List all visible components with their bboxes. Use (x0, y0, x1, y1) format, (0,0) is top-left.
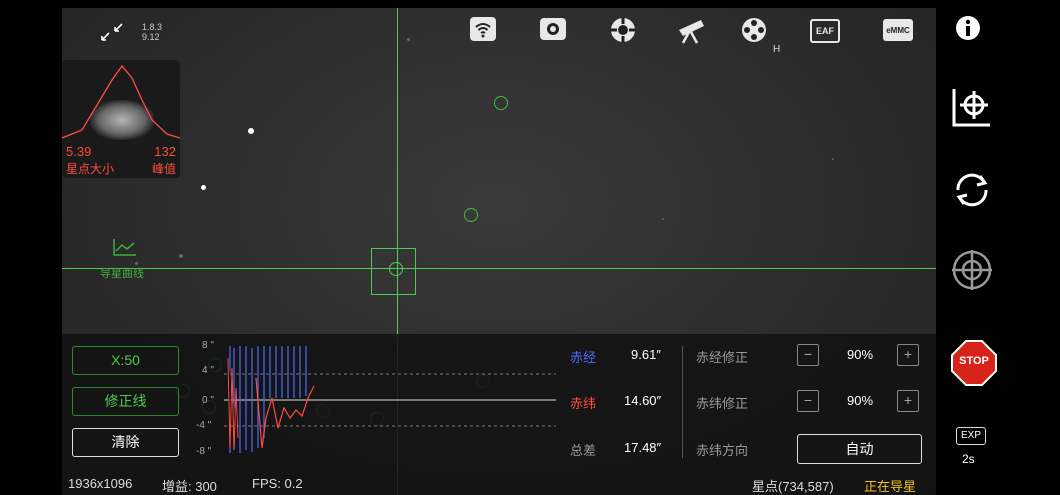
panel-divider (682, 346, 683, 458)
ra-correction-plus-button[interactable]: + (897, 344, 919, 366)
stop-label: STOP (959, 355, 989, 367)
star (179, 254, 183, 258)
dec-value: 14.60″ (624, 393, 662, 408)
detected-star-marker[interactable] (494, 96, 508, 110)
peak-value: 132 (154, 144, 176, 159)
info-icon[interactable] (954, 14, 982, 42)
dec-correction-value: 90% (847, 393, 874, 408)
emmc-icon[interactable]: eMMC (882, 16, 914, 46)
guide-target-icon[interactable] (950, 248, 992, 290)
chart-icon (113, 239, 136, 256)
clear-button[interactable]: 清除 (72, 428, 179, 457)
left-bar (0, 0, 62, 495)
crosshair-horizontal (62, 268, 936, 269)
guide-curve-label: 导星曲线 (100, 268, 144, 280)
star (248, 128, 254, 134)
star-size-label: 星点大小 (66, 162, 115, 176)
resolution-text: 1936x1096 (68, 476, 133, 491)
wifi-icon[interactable] (468, 16, 498, 46)
total-value: 17.48″ (624, 440, 662, 455)
detected-star-marker[interactable] (464, 208, 478, 222)
focuser-icon[interactable] (608, 16, 638, 46)
peak-label: 峰值 (151, 162, 176, 176)
ra-value: 9.61″ (631, 347, 661, 362)
star (201, 185, 206, 190)
fps-text: FPS: 0.2 (252, 476, 303, 491)
fullscreen-icon[interactable] (100, 22, 124, 45)
star-position-text: 星点(734,587) (752, 479, 834, 494)
camera-icon[interactable] (538, 16, 568, 46)
ra-correction-minus-button[interactable]: − (797, 344, 819, 366)
ra-correction-label: 赤经修正 (696, 350, 749, 365)
star-size-value: 5.39 (66, 144, 92, 159)
correction-line-button[interactable]: 修正线 (72, 387, 179, 416)
calibration-icon[interactable] (950, 85, 990, 127)
top-strip (0, 0, 1060, 8)
telescope-icon[interactable] (675, 16, 705, 46)
star (407, 38, 410, 41)
dec-correction-plus-button[interactable]: + (897, 390, 919, 412)
star-profile-panel[interactable]: 5.39 132 星点大小 峰值 (62, 60, 180, 178)
dec-direction-label: 赤纬方向 (696, 443, 749, 458)
loop-icon[interactable] (950, 168, 990, 208)
ra-correction-value: 90% (847, 347, 874, 362)
ra-label: 赤经 (570, 350, 597, 365)
filter-badge: H (773, 44, 781, 55)
guide-graph-plot (224, 346, 556, 453)
exposure-value: 2s (962, 452, 975, 466)
dec-direction-select[interactable]: 自动 (797, 434, 922, 464)
exposure-button[interactable]: EXP (956, 427, 986, 445)
guiding-status-text: 正在导星 (864, 479, 917, 494)
scale-button[interactable]: X:50 (72, 346, 179, 375)
star (662, 218, 664, 220)
stop-button[interactable]: STOP (950, 339, 998, 387)
star-profile-curve (62, 64, 180, 139)
star (832, 158, 834, 160)
version-label: 1.8.3 9.12 (142, 22, 163, 42)
dec-correction-label: 赤纬修正 (696, 396, 749, 411)
guide-graph[interactable]: 8 " 4 " 0 " -4 " -8 " (196, 338, 556, 460)
guide-star-marker (389, 262, 403, 276)
gain-text: 增益: 300 (162, 479, 217, 494)
filter-wheel-icon[interactable] (740, 16, 770, 46)
eaf-icon[interactable]: EAF (810, 16, 840, 46)
dec-label: 赤纬 (570, 396, 597, 411)
dec-correction-minus-button[interactable]: − (797, 390, 819, 412)
total-label: 总差 (570, 443, 597, 458)
